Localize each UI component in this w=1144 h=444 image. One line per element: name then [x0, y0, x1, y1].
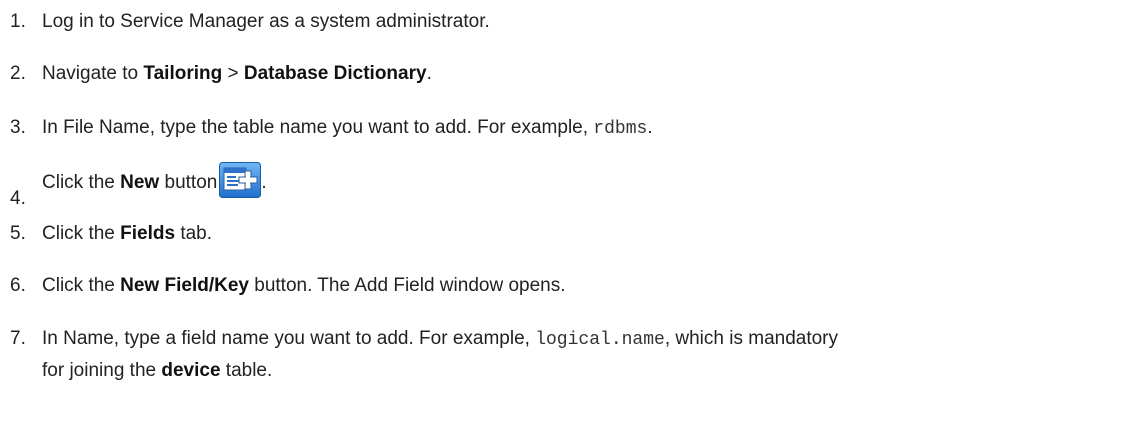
step-number: 1.: [10, 11, 26, 32]
text-run: button: [159, 172, 218, 193]
text-run: , which is mandatory: [664, 328, 839, 349]
text-run: Navigate to: [42, 63, 144, 84]
text-run: >: [222, 63, 244, 84]
tab-name-fields: Fields: [120, 223, 176, 244]
table-name-device: device: [161, 360, 221, 381]
text-run: table.: [220, 360, 273, 381]
text-run: for joining the: [42, 360, 162, 381]
step-text: Navigate to Tailoring > Database Diction…: [42, 61, 432, 87]
step-text: Click the New Field/Key button. The Add …: [42, 273, 566, 299]
step-number: 5.: [10, 223, 26, 244]
step-text: Click the Fields tab.: [42, 221, 212, 247]
text-run: Click the: [42, 172, 121, 193]
step-text: In Name, type a field name you want to a…: [42, 326, 838, 353]
text-run: tab.: [175, 223, 213, 244]
step-number: 4.: [10, 188, 26, 209]
text-run: .: [261, 172, 267, 193]
button-name-new: New: [120, 172, 160, 193]
step-number: 6.: [10, 275, 26, 296]
step-text: In File Name, type the table name you wa…: [42, 115, 653, 142]
text-run: Click the: [42, 223, 121, 244]
step-text: for joining the device table.: [42, 358, 272, 384]
menu-database-dictionary: Database Dictionary: [243, 63, 427, 84]
step-text: Click the New button .: [42, 162, 267, 198]
step-4: 4. Click the New button .: [0, 162, 1144, 218]
new-record-icon: [219, 162, 262, 198]
text-run: In Name, type a field name you want to a…: [42, 328, 536, 349]
step-text: Log in to Service Manager as a system ad…: [42, 11, 490, 32]
button-name-new-field-key: New Field/Key: [120, 275, 249, 296]
text-run: Click the: [42, 275, 121, 296]
code-example: rdbms: [593, 119, 648, 139]
step-number: 7.: [10, 328, 26, 349]
text-run: .: [647, 117, 653, 138]
step-number: 2.: [10, 63, 26, 84]
text-run: .: [426, 63, 432, 84]
code-example: logical.name: [535, 330, 665, 350]
text-run: In File Name, type the table name you wa…: [42, 117, 594, 138]
step-number: 3.: [10, 117, 26, 138]
text-run: button. The Add Field window opens.: [248, 275, 566, 296]
menu-tailoring: Tailoring: [143, 63, 223, 84]
